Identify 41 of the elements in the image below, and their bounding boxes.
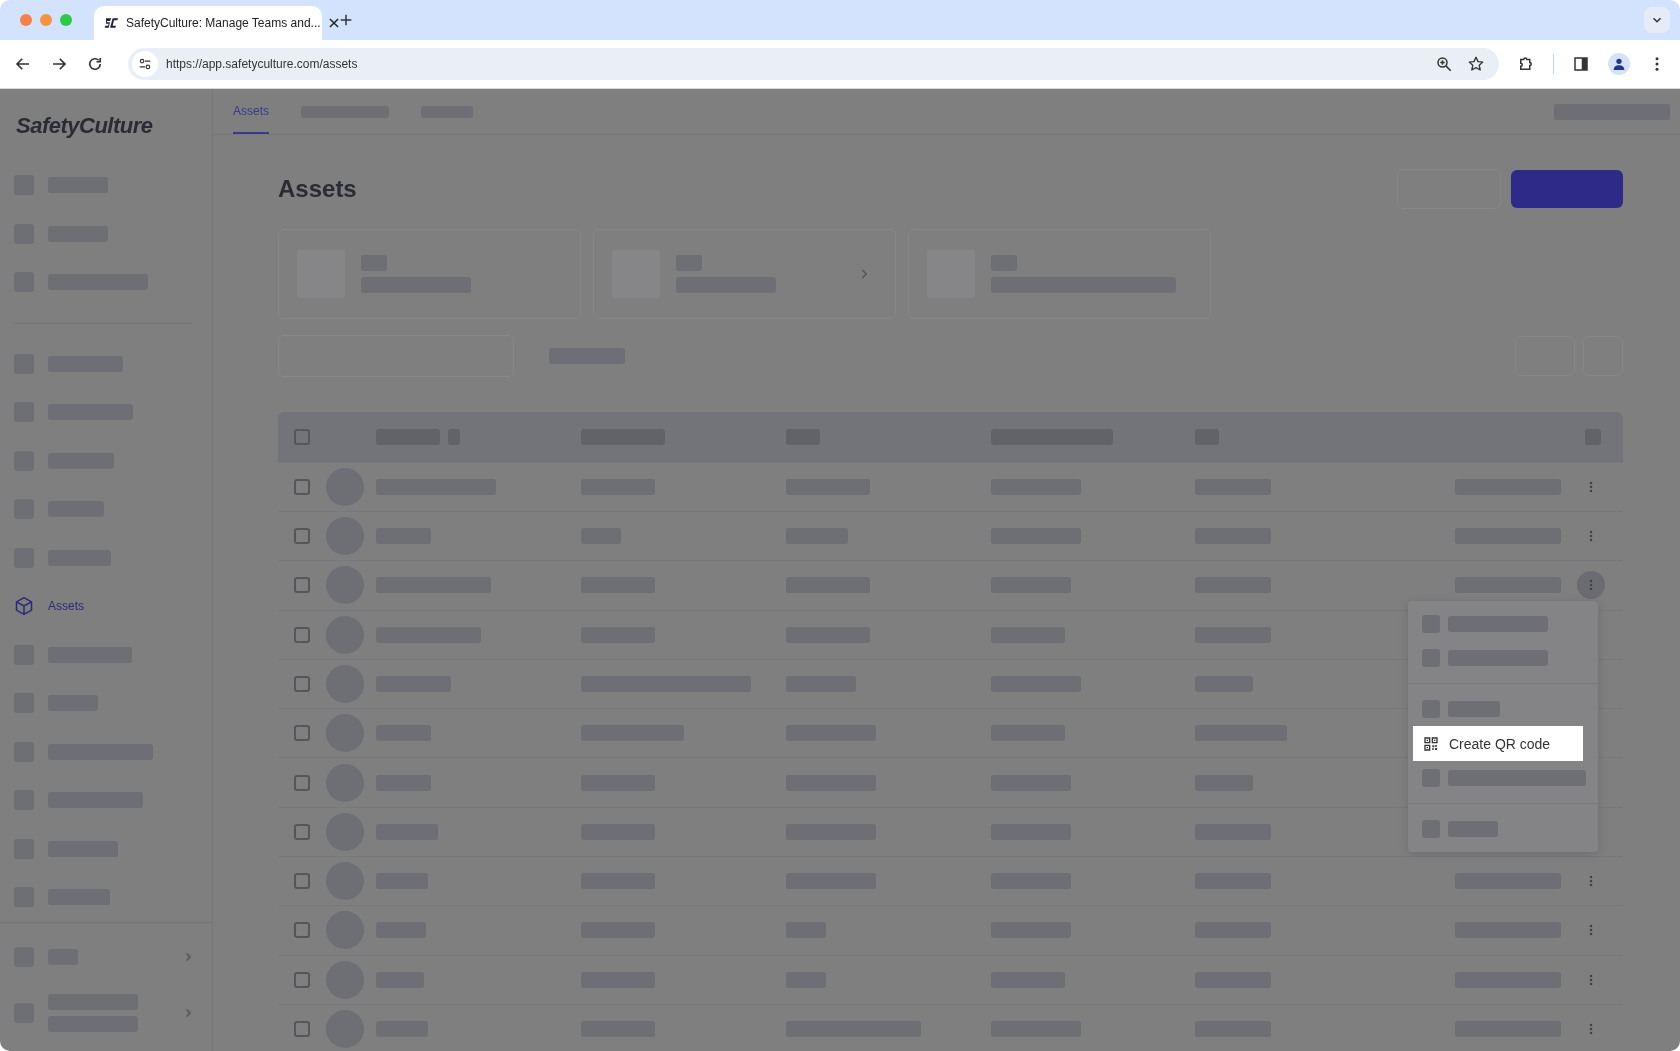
menu-item[interactable]: Create QR code (1413, 726, 1583, 761)
window-control-dot[interactable] (60, 14, 72, 26)
sc-logo-icon (104, 15, 120, 31)
cube-icon[interactable] (14, 596, 34, 617)
checkbox[interactable] (294, 725, 310, 742)
address-bar[interactable]: https://app.safetyculture.com/assets (128, 48, 1499, 80)
new-tab-icon[interactable] (338, 12, 354, 28)
tune-icon (138, 57, 152, 71)
checkbox[interactable] (294, 971, 310, 988)
checkbox[interactable] (294, 873, 310, 890)
person-icon (1611, 56, 1627, 72)
checkbox[interactable] (294, 823, 310, 840)
reload-icon[interactable] (86, 55, 104, 73)
tab-title: SafetyCulture: Manage Teams and... (126, 16, 321, 30)
checkbox[interactable] (294, 626, 310, 643)
primary-button[interactable] (1511, 169, 1623, 208)
page-title: Assets (278, 174, 357, 203)
star-icon[interactable] (1467, 55, 1485, 73)
window-control-dot[interactable] (40, 14, 52, 26)
url-text: https://app.safetyculture.com/assets (166, 57, 358, 71)
puzzle-icon[interactable] (1517, 55, 1535, 73)
site-info-button[interactable] (132, 51, 158, 77)
forward-icon[interactable] (50, 55, 68, 73)
zoom-icon[interactable] (1435, 55, 1453, 73)
checkbox[interactable] (294, 528, 310, 545)
checkbox[interactable] (294, 478, 310, 495)
row-menu-button[interactable] (1577, 571, 1605, 600)
logo[interactable]: SafetyCulture (16, 113, 212, 139)
checkbox[interactable] (294, 675, 310, 692)
checkbox[interactable] (294, 922, 310, 939)
window-control-dot[interactable] (20, 14, 32, 26)
checkbox[interactable] (294, 577, 310, 594)
checkbox[interactable] (294, 428, 310, 445)
close-icon[interactable] (326, 16, 341, 30)
profile-button[interactable] (1608, 53, 1630, 75)
checkbox[interactable] (294, 774, 310, 791)
tab-search-button[interactable] (1644, 7, 1670, 33)
side-panel-icon[interactable] (1572, 55, 1590, 73)
qr-code-icon (1423, 735, 1439, 752)
back-icon[interactable] (14, 55, 32, 73)
checkbox[interactable] (294, 1021, 310, 1037)
